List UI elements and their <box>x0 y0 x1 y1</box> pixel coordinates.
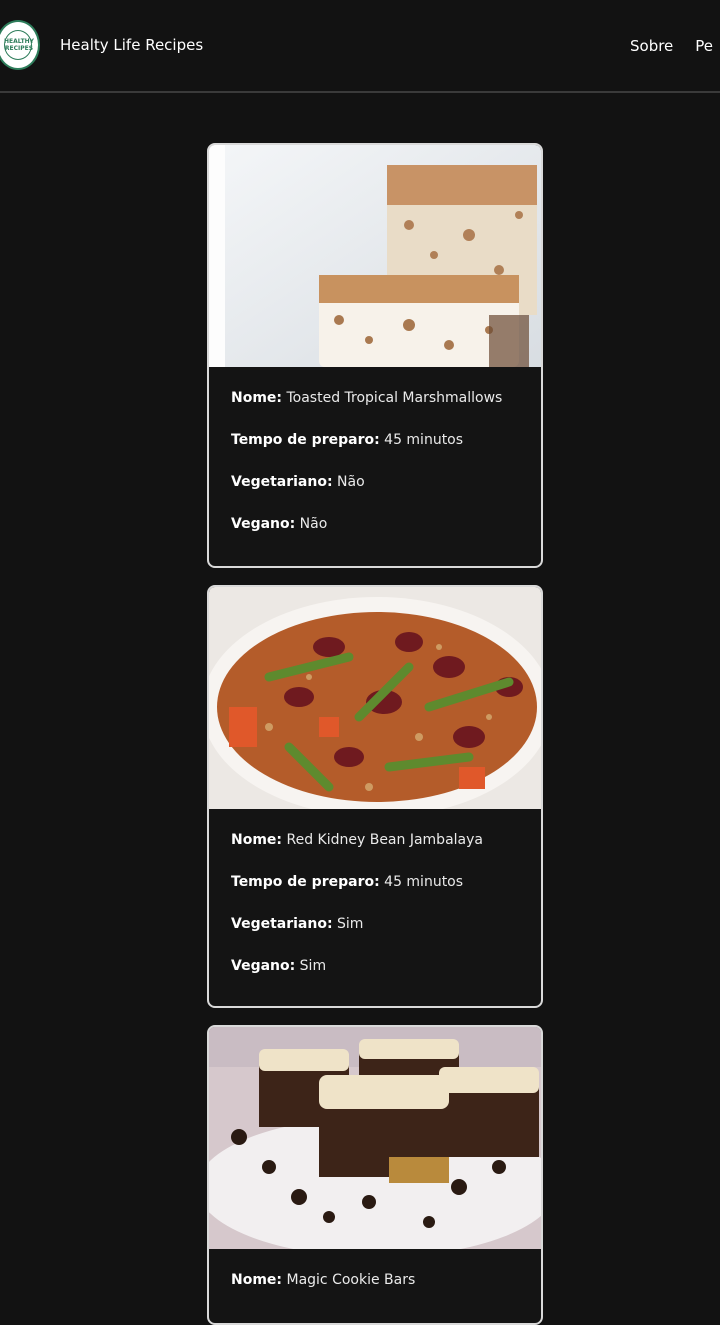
recipe-card[interactable]: Nome: Toasted Tropical Marshmallows Temp… <box>207 143 543 568</box>
vegan-label: Vegano: <box>231 958 296 974</box>
vegetarian-row: Vegetariano: Não <box>231 461 519 503</box>
recipe-card[interactable]: Nome: Red Kidney Bean Jambalaya Tempo de… <box>207 585 543 1008</box>
vegetarian-value: Não <box>337 474 365 490</box>
nav-link-sobre[interactable]: Sobre <box>630 37 673 55</box>
recipe-name-row: Nome: Red Kidney Bean Jambalaya <box>231 819 519 861</box>
vegetarian-value: Sim <box>337 916 364 932</box>
name-label: Nome: <box>231 832 283 848</box>
prep-time: 45 minutos <box>384 432 464 448</box>
recipe-card[interactable]: Nome: Magic Cookie Bars <box>207 1025 543 1325</box>
name-label: Nome: <box>231 390 283 406</box>
recipe-image <box>209 1027 541 1249</box>
brand-title[interactable]: Healty Life Recipes <box>60 36 203 54</box>
vegan-row: Vegano: Sim <box>231 945 519 987</box>
recipe-image <box>209 587 541 809</box>
nav-links: Sobre Pe <box>630 37 713 55</box>
vegan-value: Não <box>299 516 328 532</box>
prep-time-row: Tempo de preparo: 45 minutos <box>231 419 519 461</box>
vegetarian-label: Vegetariano: <box>231 474 333 490</box>
recipe-details: Nome: Toasted Tropical Marshmallows Temp… <box>209 367 541 545</box>
vegetarian-row: Vegetariano: Sim <box>231 903 519 945</box>
logo-text: HEALTHY RECIPES <box>3 38 35 52</box>
prep-label: Tempo de preparo: <box>231 432 380 448</box>
recipe-details: Nome: Red Kidney Bean Jambalaya Tempo de… <box>209 809 541 987</box>
prep-time-row: Tempo de preparo: 45 minutos <box>231 861 519 903</box>
recipe-name-row: Nome: Toasted Tropical Marshmallows <box>231 377 519 419</box>
logo[interactable]: HEALTHY RECIPES <box>0 20 40 70</box>
vegetarian-label: Vegetariano: <box>231 916 333 932</box>
vegan-label: Vegano: <box>231 516 296 532</box>
recipe-details: Nome: Magic Cookie Bars <box>209 1249 541 1301</box>
nav-link-pe[interactable]: Pe <box>695 37 713 55</box>
prep-label: Tempo de preparo: <box>231 874 380 890</box>
vegan-row: Vegano: Não <box>231 503 519 545</box>
recipe-name: Red Kidney Bean Jambalaya <box>286 832 483 848</box>
recipe-name: Toasted Tropical Marshmallows <box>286 390 503 406</box>
name-label: Nome: <box>231 1272 283 1288</box>
recipe-name-row: Nome: Magic Cookie Bars <box>231 1259 519 1301</box>
vegan-value: Sim <box>299 958 327 974</box>
navbar: HEALTHY RECIPES Healty Life Recipes Sobr… <box>0 0 720 93</box>
recipe-name: Magic Cookie Bars <box>286 1272 416 1288</box>
recipe-image <box>209 145 541 367</box>
prep-time: 45 minutos <box>384 874 464 890</box>
